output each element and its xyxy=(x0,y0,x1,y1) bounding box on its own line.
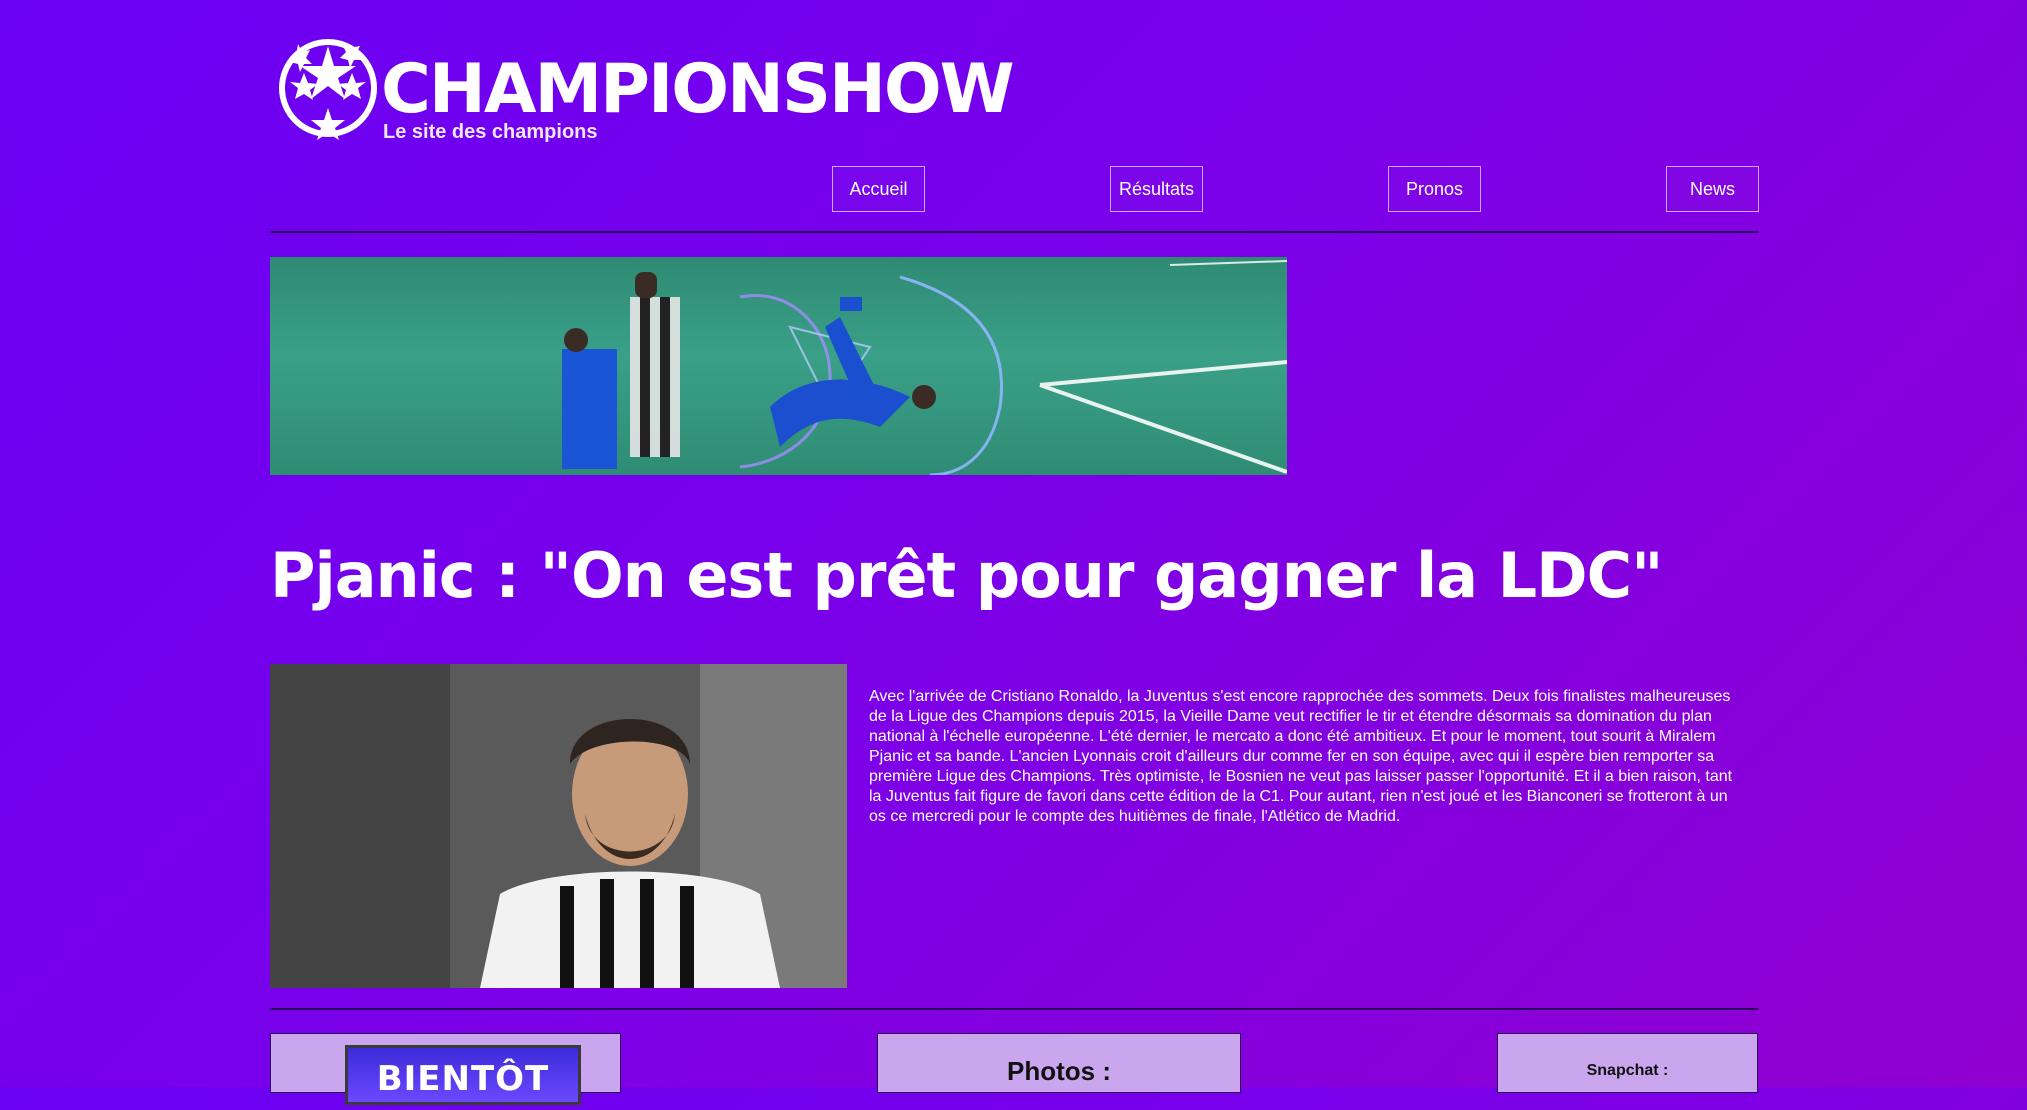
photos-card: Photos : xyxy=(877,1033,1241,1093)
nav-resultats-button[interactable]: Résultats xyxy=(1110,166,1203,212)
nav-news-button[interactable]: News xyxy=(1666,166,1759,212)
site-tagline: Le site des champions xyxy=(383,121,598,143)
nav-accueil-button[interactable]: Accueil xyxy=(832,166,925,212)
photos-title: Photos : xyxy=(1007,1056,1111,1086)
site-brand[interactable]: CHAMPIONSHOW xyxy=(381,50,1015,130)
starball-logo-icon[interactable] xyxy=(268,28,388,148)
player-photo xyxy=(270,664,847,988)
article-headline: Pjanic : "On est prêt pour gagner la LDC… xyxy=(270,539,1663,612)
banner-image xyxy=(270,257,1287,475)
snapchat-card: Snapchat : xyxy=(1497,1033,1758,1093)
soon-card: BIENTÔT xyxy=(270,1033,621,1105)
header-divider xyxy=(270,231,1758,233)
nav-pronos-button[interactable]: Pronos xyxy=(1388,166,1481,212)
snapchat-title: Snapchat : xyxy=(1586,1062,1669,1079)
article-divider xyxy=(270,1008,1758,1010)
article-body: Avec l'arrivée de Cristiano Ronaldo, la … xyxy=(869,688,1733,825)
soon-banner[interactable]: BIENTÔT xyxy=(345,1045,581,1105)
